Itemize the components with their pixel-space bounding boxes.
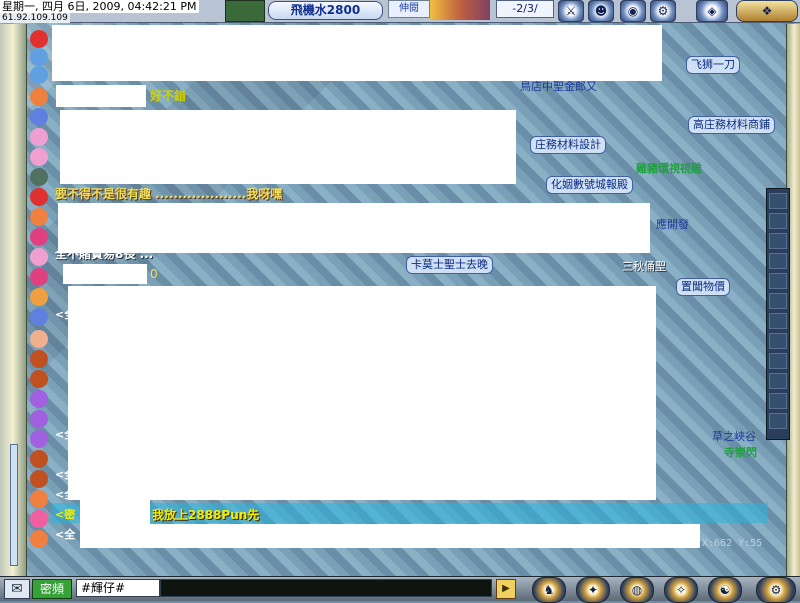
avatar[interactable] <box>30 148 48 166</box>
menu-ornament-icon[interactable]: ❖ <box>736 0 798 22</box>
avatar[interactable] <box>30 430 48 448</box>
send-button[interactable]: ▶ <box>496 579 516 599</box>
redacted-region <box>58 203 650 253</box>
avatar[interactable] <box>30 88 48 106</box>
avatar[interactable] <box>30 248 48 266</box>
avatar[interactable] <box>30 208 48 226</box>
datetime-display: 星期一, 四月 6日, 2009, 04:42:21 PM <box>0 0 199 13</box>
redacted-region <box>68 286 656 500</box>
shop-label[interactable]: 置聞物價 <box>676 278 730 296</box>
quick-slot[interactable] <box>769 393 787 409</box>
chat-message: 我放上2888Pun先 <box>152 508 260 522</box>
quick-slot[interactable] <box>769 233 787 249</box>
avatar[interactable] <box>30 188 48 206</box>
avatar[interactable] <box>30 228 48 246</box>
team-icon[interactable]: ☯ <box>708 577 742 603</box>
chat-frame-left: ▼ <box>0 24 27 596</box>
chat-channel-tag: <全 <box>55 528 76 541</box>
avatar[interactable] <box>30 168 48 186</box>
redacted-region <box>52 25 662 81</box>
chat-avatar-column <box>28 26 52 548</box>
quick-slot[interactable] <box>769 193 787 209</box>
coordinate-readout: X:662 Y:55 <box>702 538 763 549</box>
player-name-label: 寺崇閃 <box>724 446 757 459</box>
quick-slot[interactable] <box>769 353 787 369</box>
character-icon[interactable]: ♞ <box>532 577 566 603</box>
avatar[interactable] <box>30 490 48 508</box>
top-status-bar: 星期一, 四月 6日, 2009, 04:42:21 PM 61.92.109.… <box>0 0 800 23</box>
avatar[interactable] <box>30 268 48 286</box>
npc-label: 應開發 <box>656 218 689 231</box>
npc-label[interactable]: 飞狮一刀 <box>686 56 740 74</box>
shop-label[interactable]: 庄務材料設計 <box>530 136 606 154</box>
avatar[interactable] <box>30 108 48 126</box>
avatar[interactable] <box>30 66 48 84</box>
quick-slot[interactable] <box>769 293 787 309</box>
region-label: 伸閱 <box>388 0 430 18</box>
redacted-region <box>80 500 150 526</box>
bottom-chat-bar: ✉ 密頻 ▶ ♞ ✦ ◍ ✧ ☯ ⚙ <box>0 576 800 603</box>
map-thumbnail-icon[interactable] <box>225 0 265 22</box>
chat-message: 好不錯 <box>150 89 187 103</box>
avatar[interactable] <box>30 410 48 428</box>
avatar[interactable] <box>30 450 48 468</box>
avatar[interactable] <box>30 470 48 488</box>
avatar[interactable] <box>30 350 48 368</box>
avatar[interactable] <box>30 390 48 408</box>
redacted-region <box>60 110 516 184</box>
chat-input[interactable] <box>76 579 160 597</box>
player-name-label: 雞豬環視視雞 <box>636 162 702 175</box>
quick-slot-panel <box>766 188 790 440</box>
avatar[interactable] <box>30 370 48 388</box>
sword-icon[interactable]: ⚔ <box>558 0 584 22</box>
quick-slot[interactable] <box>769 373 787 389</box>
avatar[interactable] <box>30 330 48 348</box>
page-indicator: -2/3/ <box>496 0 554 18</box>
person-icon[interactable]: ☻ <box>588 0 614 22</box>
npc-label: 鳥店中聖金郎又 <box>520 80 597 93</box>
avatar[interactable] <box>30 530 48 548</box>
channel-select-button[interactable]: 密頻 <box>32 579 72 599</box>
shop-label[interactable]: 高庄務材料商鋪 <box>688 116 775 134</box>
map-name: 飛機水2800 <box>268 1 383 20</box>
avatar[interactable] <box>30 288 48 306</box>
bag-icon[interactable]: ◍ <box>620 577 654 603</box>
npc-label: 草之峽谷 <box>712 430 756 443</box>
redacted-region <box>63 264 147 284</box>
quick-slot[interactable] <box>769 253 787 269</box>
npc-label[interactable]: 化姻數號城報殿 <box>546 176 633 194</box>
system-icon[interactable]: ⚙ <box>756 577 796 603</box>
avatar[interactable] <box>30 510 48 528</box>
avatar[interactable] <box>30 48 48 66</box>
pet-icon[interactable]: ✦ <box>576 577 610 603</box>
chat-input-area[interactable] <box>160 579 492 597</box>
ip-address: 61.92.109.109 <box>0 13 70 23</box>
player-name-label: 三秋俑聖 <box>622 260 666 273</box>
eye-icon[interactable]: ◉ <box>620 0 646 22</box>
chat-message: 要不得不是很有趣 ....................我呀嘿 <box>55 187 283 201</box>
chat-scrollbar-thumb[interactable] <box>10 444 18 566</box>
quick-slot[interactable] <box>769 413 787 429</box>
npc-label[interactable]: 卡莫士聖士去晚 <box>406 256 493 274</box>
quick-slot[interactable] <box>769 333 787 349</box>
chat-channel-tag: <密 <box>55 508 76 521</box>
quick-slot[interactable] <box>769 213 787 229</box>
settings-icon[interactable]: ⚙ <box>650 0 676 22</box>
skill-icon[interactable]: ✧ <box>664 577 698 603</box>
redacted-region <box>56 85 146 107</box>
quick-slot[interactable] <box>769 273 787 289</box>
chat-message: 0 <box>150 267 158 281</box>
avatar[interactable] <box>30 308 48 326</box>
avatar[interactable] <box>30 30 48 48</box>
redacted-region <box>80 524 700 548</box>
character-portrait-icon <box>430 0 490 20</box>
quick-slot[interactable] <box>769 313 787 329</box>
avatar[interactable] <box>30 128 48 146</box>
mail-icon[interactable]: ✉ <box>4 579 30 599</box>
compass-icon[interactable]: ◈ <box>696 0 728 22</box>
